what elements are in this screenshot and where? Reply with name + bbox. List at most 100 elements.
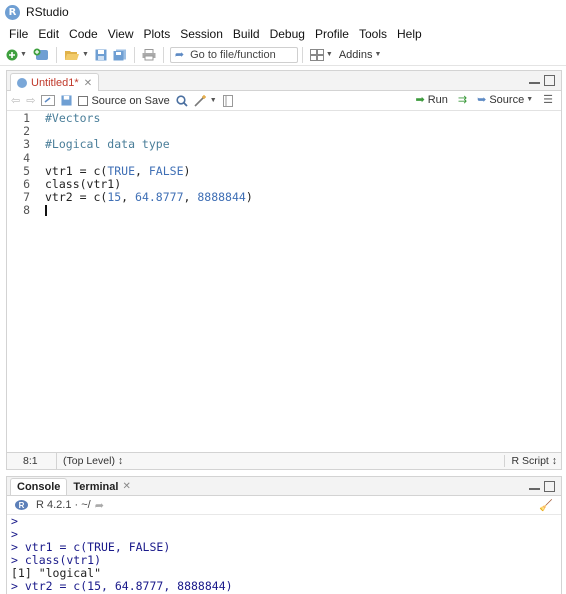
go-to-file-placeholder: Go to file/function (190, 48, 276, 61)
workspace-panes-button[interactable]: ▼ (307, 46, 336, 64)
rerun-button[interactable]: ⇉ (458, 93, 467, 106)
folder-open-icon (64, 50, 79, 60)
code-tools-wand-icon[interactable]: ▼ (194, 94, 217, 107)
code-line: 7 vtr2 = c(15, 64.8777, 8888844) (7, 190, 561, 205)
go-to-arrow-icon: ➦ (174, 49, 185, 61)
pane-controls (529, 75, 555, 86)
minimize-pane-icon[interactable] (529, 481, 540, 490)
r-version: R 4.2.1 · ~/ (36, 499, 91, 511)
text-cursor (45, 205, 47, 217)
print-button[interactable] (139, 46, 159, 64)
chevron-down-icon: ▼ (209, 97, 217, 104)
go-to-file-input[interactable]: ➦ Go to file/function (169, 46, 298, 63)
source-on-save-label: Source on Save (91, 94, 170, 107)
menu-file[interactable]: File (4, 27, 33, 41)
save-all-icon (113, 49, 126, 60)
toolbar-divider (301, 46, 303, 63)
menu-help[interactable]: Help (392, 27, 427, 41)
save-icon (95, 49, 107, 60)
tab-console-label: Console (17, 481, 61, 493)
source-button[interactable]: ➥ Source ▼ (477, 93, 534, 107)
editor-status-bar: 8:1 (Top Level) ↕ R Script ↕ (7, 452, 561, 469)
chevron-down-icon: ▼ (374, 51, 382, 58)
new-file-button[interactable]: ▼ (3, 46, 30, 64)
run-source-group: ➡ Run ⇉ ➥ Source ▼ ☰ (415, 93, 553, 107)
line-number: 6 (23, 176, 30, 191)
title-bar: R RStudio (0, 0, 566, 24)
editor-tab-bar: Untitled1* ✕ (7, 71, 561, 92)
line-number: 5 (23, 163, 30, 178)
code-text: vtr1 = c(TRUE, FALSE) (45, 163, 191, 178)
run-label: Run (427, 93, 448, 106)
clear-console-broom-icon[interactable]: 🧹 (539, 499, 553, 512)
main-toolbar: ▼ ▼ ➦ Go to file/function ▼ Addins ▼ (0, 44, 566, 66)
source-on-save-checkbox[interactable] (78, 95, 89, 106)
line-number: 2 (23, 124, 30, 139)
menu-bar: File Edit Code View Plots Session Build … (0, 24, 566, 44)
back-arrow-icon[interactable]: ⇦ (11, 94, 20, 107)
maximize-pane-icon[interactable] (544, 481, 555, 492)
menu-debug[interactable]: Debug (265, 27, 310, 41)
line-number: 4 (23, 150, 30, 165)
chevron-down-icon: ▼ (526, 96, 534, 103)
close-icon[interactable]: ✕ (122, 481, 130, 492)
file-type-selector[interactable]: R Script ↕ (504, 455, 557, 467)
minimize-pane-icon[interactable] (529, 75, 540, 84)
scope-selector[interactable]: (Top Level) ↕ (57, 455, 123, 467)
show-in-window-icon[interactable] (41, 95, 56, 106)
menu-build[interactable]: Build (228, 27, 265, 41)
menu-edit[interactable]: Edit (33, 27, 64, 41)
line-number: 8 (23, 203, 30, 218)
code-editor[interactable]: 1 #Vectors 2 3 #Logical data type 4 5 vt… (7, 111, 561, 450)
source-editor-pane: Untitled1* ✕ ⇦ ⇨ Source on Save ▼ ➡ Run … (6, 70, 562, 470)
grid-icon (309, 48, 324, 61)
forward-arrow-icon[interactable]: ⇨ (26, 94, 35, 107)
addins-button[interactable]: Addins ▼ (336, 46, 385, 64)
save-all-button[interactable] (110, 46, 130, 64)
menu-profile[interactable]: Profile (310, 27, 354, 41)
menu-session[interactable]: Session (175, 27, 228, 41)
go-to-directory-icon[interactable]: ➦ (95, 499, 104, 512)
menu-plots[interactable]: Plots (139, 27, 176, 41)
open-file-button[interactable]: ▼ (61, 46, 92, 64)
r-file-icon (17, 78, 27, 88)
source-on-save-toggle[interactable]: Source on Save (78, 94, 170, 107)
maximize-pane-icon[interactable] (544, 75, 555, 86)
code-text: #Logical data type (45, 137, 170, 152)
cursor-position: 8:1 (7, 453, 57, 469)
chevron-down-icon: ▼ (20, 51, 27, 58)
search-icon[interactable] (176, 94, 188, 107)
console-output[interactable]: > > > vtr1 = c(TRUE, FALSE) > class(vtr1… (7, 515, 561, 593)
menu-code[interactable]: Code (64, 27, 103, 41)
new-project-button[interactable] (30, 46, 52, 64)
line-number: 7 (23, 190, 30, 205)
tab-label: Untitled1* (31, 77, 79, 89)
console-tab-bar: Console Terminal ✕ (7, 477, 561, 496)
new-file-icon (6, 49, 18, 60)
tab-terminal[interactable]: Terminal ✕ (67, 478, 136, 495)
menu-tools[interactable]: Tools (354, 27, 392, 41)
chevron-down-icon: ▼ (81, 51, 89, 58)
tab-untitled1[interactable]: Untitled1* ✕ (10, 73, 100, 92)
run-arrow-icon: ➡ (415, 94, 425, 106)
menu-view[interactable]: View (103, 27, 139, 41)
tab-console[interactable]: Console (10, 478, 68, 495)
code-line: 3 #Logical data type (7, 138, 561, 151)
line-number: 3 (23, 137, 30, 152)
save-button[interactable] (92, 46, 110, 64)
compile-report-icon[interactable] (222, 94, 233, 107)
document-outline-icon[interactable]: ☰ (543, 93, 553, 106)
save-editor-icon[interactable] (61, 95, 72, 106)
code-line: 5 vtr1 = c(TRUE, FALSE) (7, 163, 561, 178)
run-button[interactable]: ➡ Run (415, 93, 448, 107)
chevron-down-icon: ▼ (325, 51, 333, 58)
r-logo-icon: R (15, 500, 28, 510)
source-label: Source (489, 93, 525, 106)
new-project-icon (33, 48, 48, 60)
window-title: RStudio (26, 5, 69, 19)
console-line: > vtr2 = c(15, 64.8777, 8888844) (11, 579, 233, 593)
code-text-cursor-line (37, 204, 47, 217)
close-icon[interactable]: ✕ (84, 78, 92, 89)
